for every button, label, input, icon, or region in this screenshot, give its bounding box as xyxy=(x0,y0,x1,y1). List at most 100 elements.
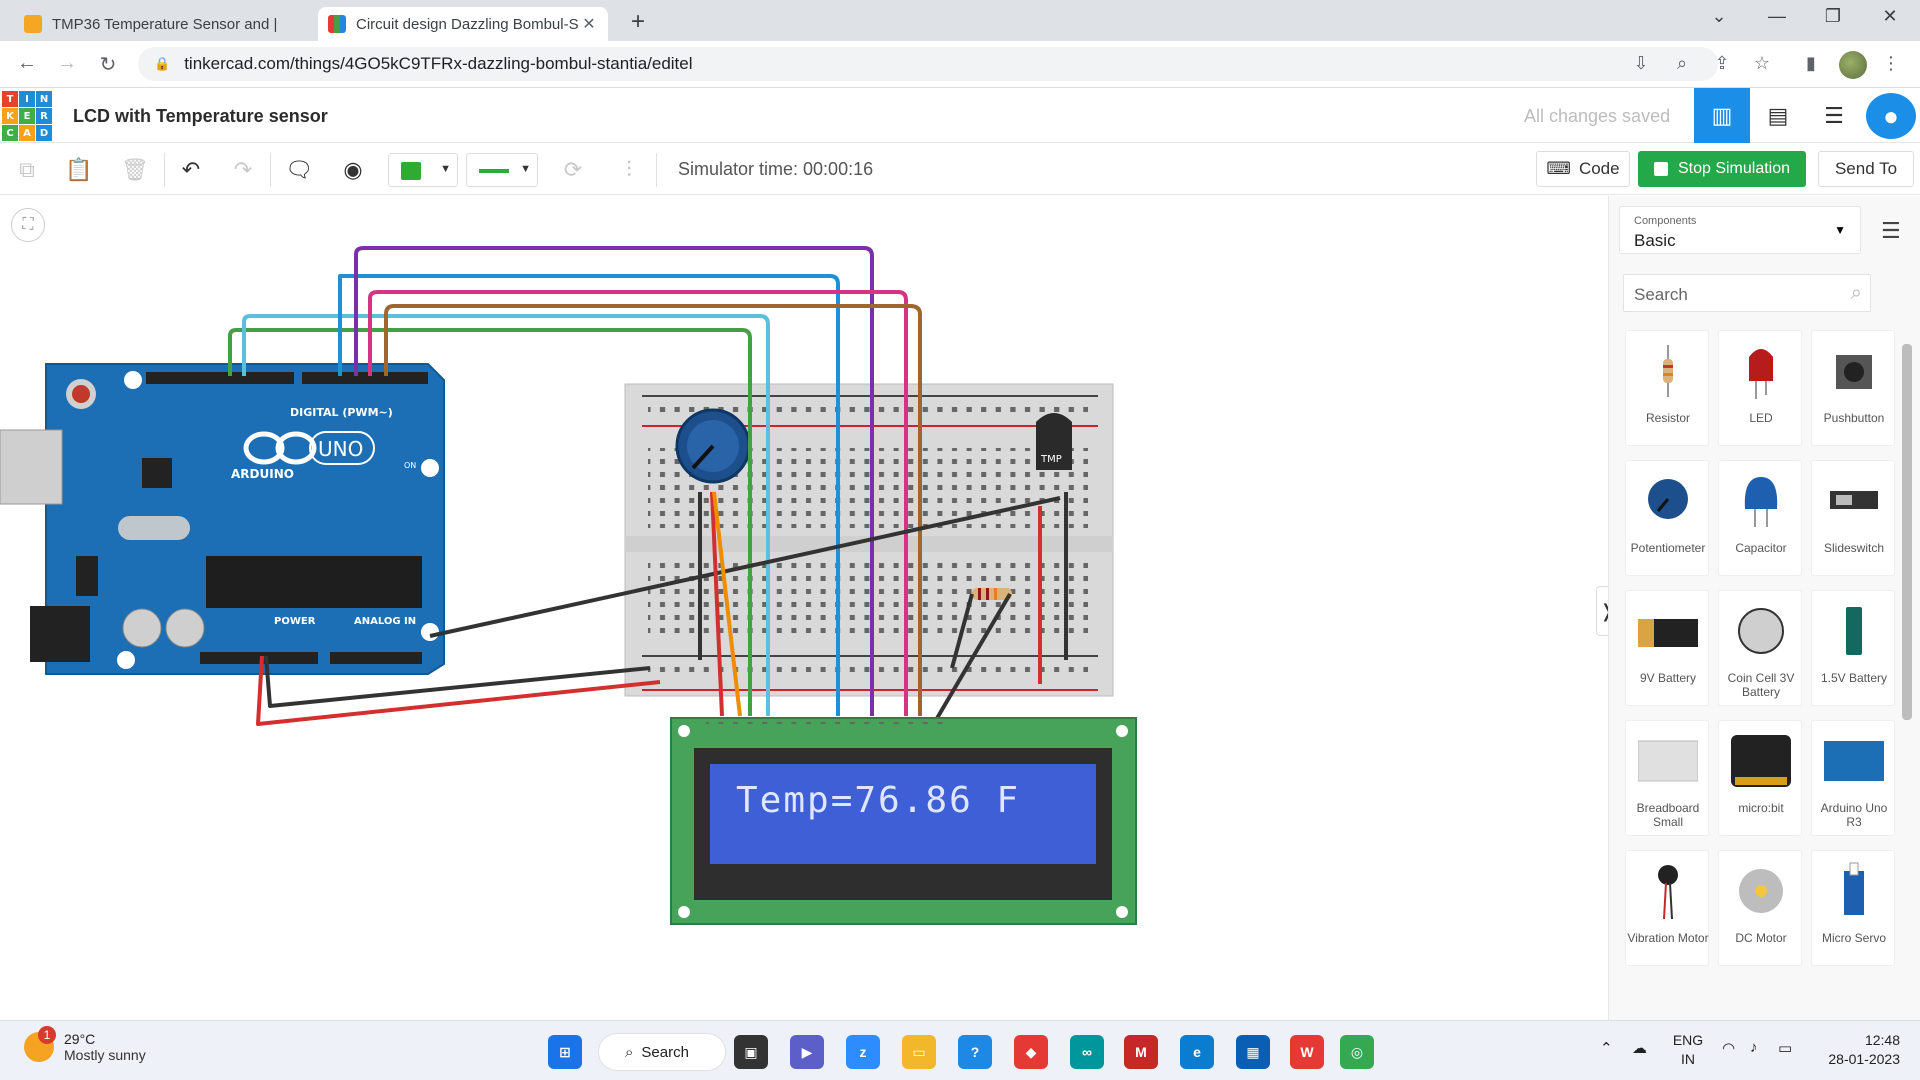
component-potentiometer[interactable]: Potentiometer xyxy=(1625,460,1709,576)
delete-icon[interactable]: 🗑 xyxy=(120,155,150,185)
flip-icon[interactable]: ⫶ xyxy=(614,155,644,185)
task-view-icon[interactable]: ▣ xyxy=(734,1035,768,1069)
store-icon[interactable]: ▦ xyxy=(1236,1035,1270,1069)
url-field[interactable]: 🔒 tinkercad.com/things/4GO5kC9TFRx-dazzl… xyxy=(138,47,1718,81)
help-icon[interactable]: ? xyxy=(958,1035,992,1069)
file-explorer-icon[interactable]: ▭ xyxy=(902,1035,936,1069)
system-clock[interactable]: 12:48 28-01-2023 xyxy=(1820,1031,1900,1069)
paste-icon[interactable]: 📋 xyxy=(64,155,94,185)
menu-dots-icon[interactable]: ⋮ xyxy=(1878,53,1904,74)
potentiometer[interactable] xyxy=(675,408,751,484)
rotate-icon[interactable]: ⟳ xyxy=(558,155,588,185)
zoom-icon[interactable]: z xyxy=(846,1035,880,1069)
component-coin-cell[interactable]: Coin Cell 3V Battery xyxy=(1718,590,1802,706)
logo-letter: E xyxy=(19,108,35,124)
component-1-5v-battery[interactable]: 1.5V Battery xyxy=(1811,590,1895,706)
taskbar-search[interactable]: ⌕ Search xyxy=(598,1033,726,1071)
side-panel-icon[interactable]: ▮ xyxy=(1798,53,1824,74)
send-to-button[interactable]: Send To xyxy=(1818,151,1914,187)
tinkercad-logo[interactable]: T I N K E R C A D xyxy=(2,91,52,141)
browser-profile-avatar[interactable] xyxy=(1839,51,1867,79)
battery-icon[interactable]: ▭ xyxy=(1778,1039,1792,1057)
code-button[interactable]: ⌨ Code xyxy=(1536,151,1630,187)
tab-title: TMP36 Temperature Sensor and | xyxy=(52,15,278,33)
microbit-icon xyxy=(1731,735,1791,787)
close-window-icon[interactable]: ✕ xyxy=(1875,6,1905,27)
toolbar-divider xyxy=(656,153,657,187)
share-icon[interactable]: ⇪ xyxy=(1709,53,1735,74)
component-list-icon[interactable]: ☰ xyxy=(1806,88,1862,143)
temperature-sensor[interactable]: TMP xyxy=(1036,413,1072,470)
resistor-icon xyxy=(1663,345,1673,397)
toolbar-divider xyxy=(164,153,165,187)
component-resistor[interactable]: Resistor xyxy=(1625,330,1709,446)
undo-icon[interactable]: ↶ xyxy=(176,155,206,185)
app-diamond-icon[interactable]: ◆ xyxy=(1014,1035,1048,1069)
circuit-view-icon[interactable]: ▥ xyxy=(1694,88,1750,143)
wire-type-picker[interactable]: ▼ xyxy=(466,153,538,187)
component-capacitor[interactable]: Capacitor xyxy=(1718,460,1802,576)
user-avatar[interactable]: ● xyxy=(1866,93,1916,139)
weather-widget[interactable]: 1 29°C Mostly sunny xyxy=(24,1026,146,1063)
scrollbar-thumb[interactable] xyxy=(1902,344,1912,720)
wire-color-swatch xyxy=(401,162,421,180)
wire-color-picker[interactable]: ▼ xyxy=(388,153,458,187)
redo-icon[interactable]: ↷ xyxy=(228,155,258,185)
component-micro-servo[interactable]: Micro Servo xyxy=(1811,850,1895,966)
component-led[interactable]: LED xyxy=(1718,330,1802,446)
chrome-icon[interactable]: ◎ xyxy=(1340,1035,1374,1069)
install-icon[interactable]: ⇩ xyxy=(1628,53,1654,74)
component-9v-battery[interactable]: 9V Battery xyxy=(1625,590,1709,706)
panel-scrollbar[interactable] xyxy=(1901,328,1913,1018)
bookmark-star-icon[interactable]: ☆ xyxy=(1749,53,1775,74)
components-dropdown[interactable]: Components Basic ▼ xyxy=(1619,206,1861,254)
language-indicator[interactable]: ENG IN xyxy=(1668,1031,1708,1069)
circuit-canvas[interactable]: ⛶ ARDUINO UNO DIGITAL (PWM~) POWER ANALO… xyxy=(0,196,1608,1020)
list-view-icon[interactable]: ☰ xyxy=(1881,218,1901,244)
copy-icon[interactable]: ⧉ xyxy=(12,155,42,185)
circuit-drawing: ARDUINO UNO DIGITAL (PWM~) POWER ANALOG … xyxy=(0,246,1137,925)
clock-time: 12:48 xyxy=(1864,1032,1900,1048)
stop-simulation-button[interactable]: Stop Simulation xyxy=(1638,151,1806,187)
close-tab-icon[interactable]: ✕ xyxy=(580,14,598,34)
reload-icon[interactable]: ↻ xyxy=(95,52,121,77)
arduino-icon xyxy=(1824,741,1884,781)
browser-tab-strip: TMP36 Temperature Sensor and | Circuit d… xyxy=(0,0,1920,41)
component-label: Slideswitch xyxy=(1823,541,1885,555)
wifi-icon[interactable]: ◠ xyxy=(1722,1039,1735,1057)
notes-icon[interactable]: 🗨 xyxy=(284,155,314,185)
component-breadboard[interactable]: Breadboard Small xyxy=(1625,720,1709,836)
arduino-board[interactable]: ARDUINO UNO DIGITAL (PWM~) POWER ANALOG … xyxy=(0,363,445,675)
teams-icon[interactable]: ▶ xyxy=(790,1035,824,1069)
component-vibration-motor[interactable]: Vibration Motor xyxy=(1625,850,1709,966)
tray-status-icon[interactable]: ☁ xyxy=(1632,1039,1647,1057)
new-tab-icon[interactable]: + xyxy=(624,8,652,36)
component-label: micro:bit xyxy=(1738,801,1784,815)
component-arduino-uno[interactable]: Arduino Uno R3 xyxy=(1811,720,1895,836)
mcafee-icon[interactable]: M xyxy=(1124,1035,1158,1069)
edge-icon[interactable]: e xyxy=(1180,1035,1214,1069)
component-microbit[interactable]: micro:bit xyxy=(1718,720,1802,836)
tab-circuit-design[interactable]: Circuit design Dazzling Bombul-S ✕ xyxy=(318,7,608,41)
tab-tmp36[interactable]: TMP36 Temperature Sensor and | xyxy=(14,7,314,41)
project-title[interactable]: LCD with Temperature sensor xyxy=(73,106,328,127)
lcd-display[interactable] xyxy=(670,717,1137,925)
arduino-ide-icon[interactable]: ∞ xyxy=(1070,1035,1104,1069)
zoom-icon[interactable]: ⌕ xyxy=(1669,53,1695,74)
minimize-icon[interactable]: — xyxy=(1762,6,1792,27)
back-icon[interactable]: ← xyxy=(14,52,40,75)
schematic-view-icon[interactable]: ▤ xyxy=(1750,88,1806,143)
maximize-icon[interactable]: ❐ xyxy=(1818,6,1848,27)
view-notes-icon[interactable]: ◉ xyxy=(338,155,368,185)
forward-icon[interactable]: → xyxy=(54,52,80,75)
tray-chevron-icon[interactable]: ⌃ xyxy=(1600,1039,1613,1057)
start-icon[interactable]: ⊞ xyxy=(548,1035,582,1069)
component-dc-motor[interactable]: DC Motor xyxy=(1718,850,1802,966)
component-slideswitch[interactable]: Slideswitch xyxy=(1811,460,1895,576)
volume-icon[interactable]: ♪ xyxy=(1750,1039,1758,1056)
tab-search-icon[interactable]: ⌄ xyxy=(1704,6,1734,27)
component-pushbutton[interactable]: Pushbutton xyxy=(1811,330,1895,446)
logo-letter: T xyxy=(2,91,18,107)
component-search-input[interactable]: Search ⌕ xyxy=(1623,274,1871,312)
wps-icon[interactable]: W xyxy=(1290,1035,1324,1069)
